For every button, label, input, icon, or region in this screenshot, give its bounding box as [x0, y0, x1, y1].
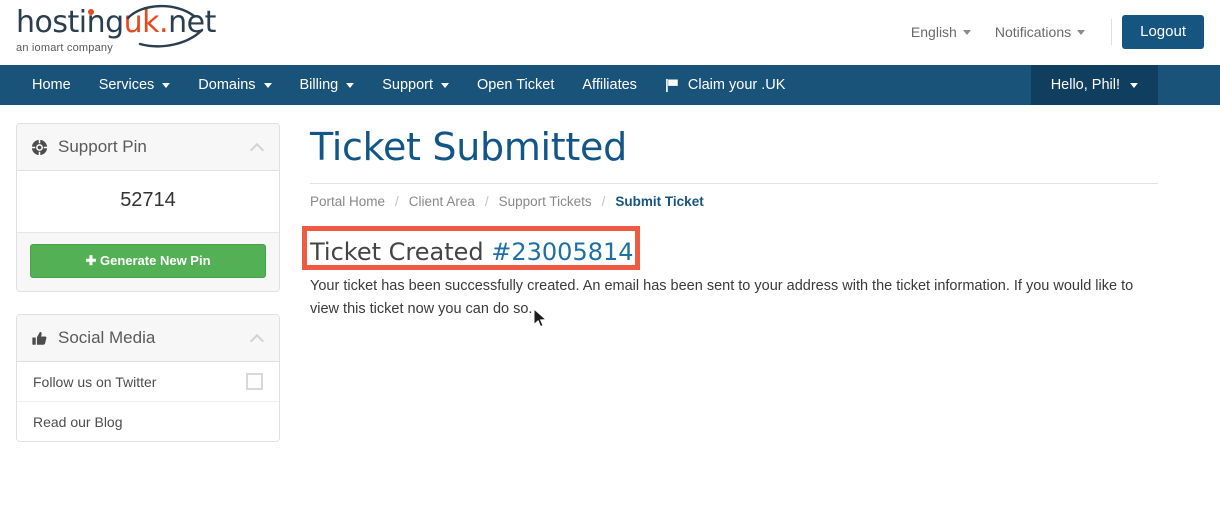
logout-button[interactable]: Logout	[1122, 15, 1204, 49]
breadcrumb-separator: /	[484, 194, 489, 209]
social-media-panel: Social Media Follow us on Twitter Read o…	[16, 314, 280, 442]
logo-text-tld: net	[168, 5, 216, 40]
breadcrumb-item-support-tickets[interactable]: Support Tickets	[499, 194, 592, 209]
sidebar: Support Pin 52714 ✚ Generate New Pin Soc…	[16, 123, 280, 464]
breadcrumb: Portal Home / Client Area / Support Tick…	[310, 194, 1158, 221]
support-pin-panel-header[interactable]: Support Pin	[17, 124, 279, 171]
breadcrumb-separator: /	[395, 194, 399, 209]
header-utility-nav: English Notifications Logout	[899, 14, 1204, 50]
flag-icon	[665, 78, 680, 93]
lifebuoy-icon	[31, 138, 48, 156]
user-greeting-label: Hello, Phil!	[1050, 77, 1120, 93]
nav-item-label: Home	[32, 77, 71, 93]
chevron-down-icon	[346, 82, 355, 88]
ticket-number: #23005814	[491, 238, 634, 266]
nav-item-open-ticket[interactable]: Open Ticket	[463, 65, 568, 105]
breadcrumb-item-portal-home[interactable]: Portal Home	[310, 194, 385, 209]
nav-item-claim-your-uk[interactable]: Claim your .UK	[651, 65, 800, 105]
nav-item-services[interactable]: Services	[85, 65, 185, 105]
social-link-label: Follow us on Twitter	[33, 373, 157, 390]
nav-item-list: Home Services Domains Billing Support Op…	[0, 65, 799, 105]
page-title: Ticket Submitted	[310, 125, 627, 169]
social-link-twitter[interactable]: Follow us on Twitter	[17, 362, 279, 402]
nav-item-label: Domains	[198, 77, 256, 93]
notifications-label: Notifications	[994, 24, 1072, 40]
title-divider	[310, 183, 1158, 184]
main-navigation: Home Services Domains Billing Support Op…	[0, 65, 1220, 105]
logo-wordmark: hostinguk.net	[16, 6, 216, 40]
chevron-down-icon	[962, 29, 971, 35]
logo-dot-accent	[88, 9, 94, 15]
logo-tagline: an iomart company	[16, 42, 113, 54]
nav-item-home[interactable]: Home	[18, 65, 85, 105]
breadcrumb-item-client-area[interactable]: Client Area	[409, 194, 475, 209]
ticket-created-label: Ticket Created	[310, 238, 484, 266]
language-selector-label: English	[910, 24, 957, 40]
chevron-up-icon[interactable]	[251, 142, 265, 152]
logo-text-main: hosting	[16, 5, 124, 40]
nav-item-label: Claim your .UK	[687, 77, 786, 93]
chevron-down-icon	[1077, 29, 1086, 35]
nav-item-label: Open Ticket	[477, 77, 555, 93]
nav-item-affiliates[interactable]: Affiliates	[568, 65, 651, 105]
support-pin-panel-title: Support Pin	[58, 137, 147, 156]
chevron-down-icon	[162, 82, 171, 88]
user-account-menu[interactable]: Hello, Phil!	[1030, 65, 1158, 105]
page-body: Support Pin 52714 ✚ Generate New Pin Soc…	[0, 105, 1220, 464]
logo-text-dot: .	[159, 5, 169, 40]
twitter-square-icon	[246, 373, 263, 390]
generate-new-pin-button[interactable]: ✚ Generate New Pin	[30, 244, 266, 278]
chevron-down-icon	[1130, 82, 1138, 88]
breadcrumb-separator: /	[601, 194, 606, 209]
social-media-panel-header[interactable]: Social Media	[17, 315, 279, 362]
support-pin-panel-footer: ✚ Generate New Pin	[17, 233, 279, 291]
nav-item-label: Billing	[299, 77, 339, 93]
nav-item-billing[interactable]: Billing	[286, 65, 369, 105]
chevron-up-icon[interactable]	[251, 333, 265, 343]
logo-text-accent: uk	[123, 5, 160, 40]
social-link-label: Read our Blog	[33, 413, 123, 430]
ticket-confirmation-text: Your ticket has been successfully create…	[310, 278, 1134, 317]
site-header: hostinguk.net an iomart company English …	[0, 0, 1220, 65]
language-selector[interactable]: English	[899, 24, 983, 40]
support-pin-value: 52714	[17, 171, 279, 233]
nav-item-label: Support	[382, 77, 433, 93]
notifications-menu[interactable]: Notifications	[983, 24, 1097, 40]
site-logo[interactable]: hostinguk.net an iomart company	[16, 4, 216, 62]
main-content: Ticket Submitted Portal Home / Client Ar…	[302, 123, 1158, 464]
nav-item-domains[interactable]: Domains	[184, 65, 285, 105]
plus-icon: ✚	[85, 253, 100, 268]
support-pin-panel: Support Pin 52714 ✚ Generate New Pin	[16, 123, 280, 292]
nav-item-support[interactable]: Support	[368, 65, 463, 105]
chevron-down-icon	[263, 82, 272, 88]
social-media-panel-title: Social Media	[58, 328, 156, 347]
social-link-blog[interactable]: Read our Blog	[17, 402, 279, 441]
chevron-down-icon	[441, 82, 449, 88]
nav-item-label: Affiliates	[582, 77, 637, 93]
nav-item-label: Services	[98, 77, 155, 93]
breadcrumb-item-submit-ticket: Submit Ticket	[615, 194, 704, 209]
header-divider	[1111, 19, 1113, 45]
generate-new-pin-label: Generate New Pin	[99, 253, 211, 268]
thumbs-up-icon	[31, 330, 48, 347]
ticket-created-heading: Ticket Created #23005814	[310, 221, 1158, 273]
